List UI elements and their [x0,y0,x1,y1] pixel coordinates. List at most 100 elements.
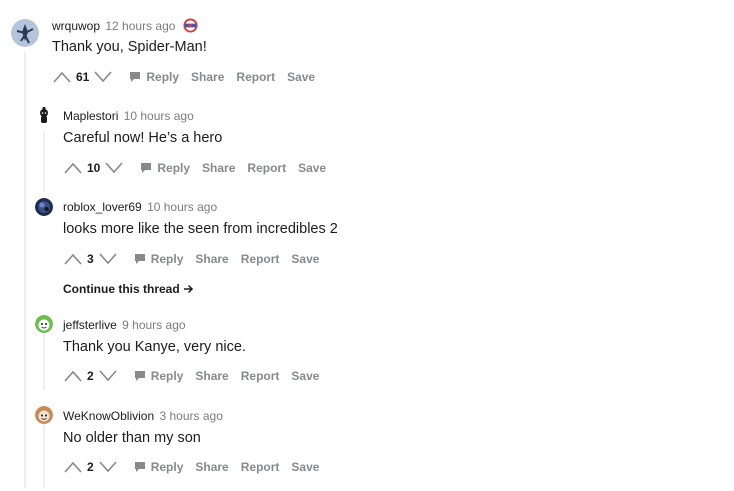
comment-actions: 2 Reply Share Report Save [63,366,319,386]
thread-line-root[interactable] [24,52,26,488]
speech-bubble-icon [130,72,141,82]
timestamp[interactable]: 9 hours ago [122,318,185,332]
share-label: Share [195,252,229,266]
save-label: Save [291,369,320,383]
upvote-arrow-icon [64,162,82,174]
report-button[interactable]: Report [241,252,280,266]
user-avatar-icon [35,106,53,124]
comment-body: Thank you, Spider-Man! [52,39,207,55]
share-button[interactable]: Share [202,161,235,175]
user-avatar-icon [35,198,53,216]
continue-thread-link[interactable]: Continue this thread [63,282,194,296]
thread-line-reply-1[interactable] [43,132,45,192]
speech-bubble-icon [134,371,145,381]
report-label: Report [240,369,280,383]
report-label: Report [247,161,287,175]
downvote-button[interactable] [93,70,113,84]
save-button[interactable]: Save [298,161,326,175]
reply-button[interactable]: Reply [140,161,190,175]
share-label: Share [195,460,229,474]
upvote-button[interactable] [63,460,83,474]
speech-bubble-icon [134,462,145,472]
reply-button[interactable]: Reply [134,460,184,474]
upvote-arrow-icon [53,71,71,83]
upvote-button[interactable] [63,369,83,383]
upvote-arrow-icon [64,253,82,265]
thread-line-reply-3[interactable] [43,423,45,488]
score: 61 [76,70,90,84]
speech-bubble-icon [141,163,152,173]
timestamp[interactable]: 3 hours ago [160,409,223,423]
timestamp[interactable]: 10 hours ago [147,200,217,214]
username[interactable]: wrquwop [52,19,100,33]
user-avatar-icon [35,406,53,424]
timestamp[interactable]: 10 hours ago [124,109,194,123]
avatar[interactable] [11,19,39,47]
downvote-arrow-icon [99,370,117,382]
report-label: Report [240,252,280,266]
save-button[interactable]: Save [291,252,319,266]
score: 2 [87,369,94,383]
score: 3 [87,252,94,266]
continue-thread-label: Continue this thread [63,282,180,296]
comment-actions: 2 Reply Share Report Save [63,457,319,477]
reply-label: Reply [150,460,184,474]
username[interactable]: Maplestori [63,109,118,123]
comment-actions: 61 Reply Share Report Save [52,67,315,87]
share-button[interactable]: Share [195,252,228,266]
user-avatar-icon [35,315,53,333]
comment-meta: wrquwop 12 hours ago [52,18,198,36]
share-button[interactable]: Share [195,460,228,474]
thread-line-reply-2[interactable] [43,332,45,390]
share-button[interactable]: Share [191,70,224,84]
report-button[interactable]: Report [247,161,286,175]
report-button[interactable]: Report [241,369,280,383]
username[interactable]: WeKnowOblivion [63,409,154,423]
reply-label: Reply [150,369,184,383]
save-button[interactable]: Save [291,369,319,383]
speech-bubble-icon [134,254,145,264]
avatar[interactable] [35,315,53,333]
user-avatar-icon [11,19,39,47]
downvote-button[interactable] [98,460,118,474]
save-label: Save [291,460,320,474]
reply-button[interactable]: Reply [129,70,179,84]
reply-label: Reply [157,161,191,175]
arrow-right-icon [184,284,194,294]
award-icon[interactable] [183,18,198,36]
reply-button[interactable]: Reply [134,252,184,266]
upvote-button[interactable] [63,252,83,266]
comment-body: Careful now! He’s a hero [63,130,223,146]
downvote-button[interactable] [98,369,118,383]
avatar[interactable] [35,106,53,124]
report-button[interactable]: Report [241,460,280,474]
share-label: Share [202,161,236,175]
reply-button[interactable]: Reply [134,369,184,383]
upvote-button[interactable] [52,70,72,84]
downvote-arrow-icon [105,162,123,174]
report-button[interactable]: Report [236,70,275,84]
username[interactable]: jeffsterlive [63,318,117,332]
comment-body: looks more like the seen from incredible… [63,221,338,237]
avatar[interactable] [35,406,53,424]
avatar[interactable] [35,198,53,216]
save-label: Save [287,70,316,84]
downvote-arrow-icon [99,253,117,265]
timestamp[interactable]: 12 hours ago [105,19,175,33]
share-button[interactable]: Share [195,369,228,383]
username[interactable]: roblox_lover69 [63,200,142,214]
downvote-button[interactable] [98,252,118,266]
save-button[interactable]: Save [291,460,319,474]
reply-label: Reply [150,252,184,266]
upvote-button[interactable] [63,161,83,175]
upvote-arrow-icon [64,370,82,382]
comment-body: Thank you Kanye, very nice. [63,339,246,355]
score: 10 [87,161,101,175]
reply-label: Reply [146,70,180,84]
downvote-arrow-icon [94,71,112,83]
comment-meta: Maplestori 10 hours ago [63,109,194,123]
comment-meta: roblox_lover69 10 hours ago [63,200,217,214]
save-button[interactable]: Save [287,70,315,84]
share-label: Share [195,369,229,383]
downvote-button[interactable] [104,161,124,175]
